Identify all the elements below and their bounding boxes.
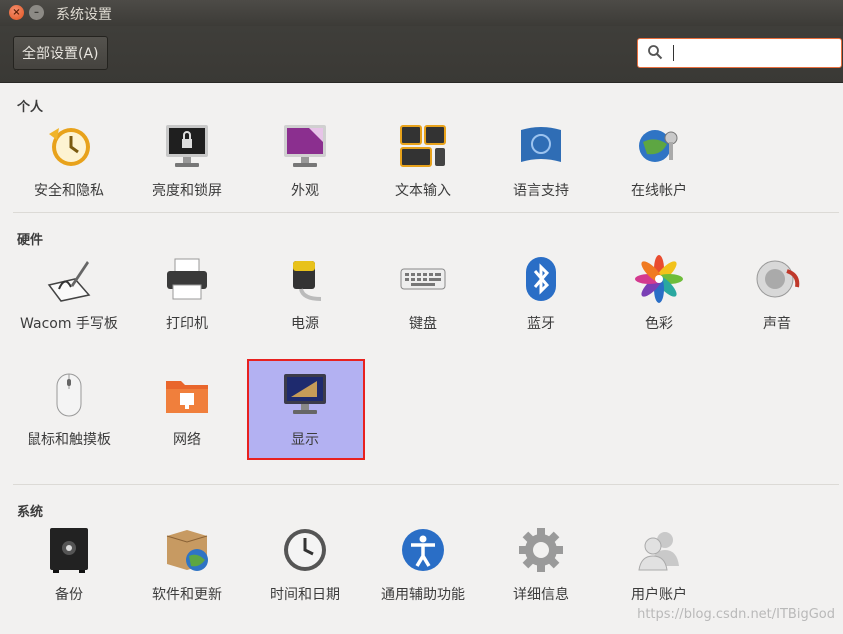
- item-label: 备份: [55, 587, 83, 603]
- all-settings-button[interactable]: 全部设置(A): [13, 36, 108, 70]
- section-title-hardware: 硬件: [17, 233, 44, 248]
- item-label: 文本输入: [395, 183, 451, 199]
- settings-item-brightness-lock[interactable]: 亮度和锁屏: [128, 122, 246, 203]
- settings-item-wacom-tablet[interactable]: Wacom 手写板: [10, 255, 128, 336]
- settings-item-backups[interactable]: 备份: [10, 526, 128, 607]
- item-label: 蓝牙: [527, 316, 555, 332]
- display-monitor-icon: [284, 374, 326, 414]
- settings-item-software-updates[interactable]: 软件和更新: [128, 526, 246, 607]
- item-label: 语言支持: [513, 183, 569, 199]
- settings-item-bluetooth[interactable]: 蓝牙: [482, 255, 600, 336]
- settings-item-mouse-touchpad[interactable]: 鼠标和触摸板: [10, 371, 128, 452]
- accessibility-icon: [402, 529, 444, 571]
- settings-item-user-accounts[interactable]: 用户账户: [600, 526, 718, 607]
- mouse-icon: [56, 373, 82, 417]
- settings-item-network[interactable]: 网络: [128, 371, 246, 452]
- settings-item-language-support[interactable]: 语言支持: [482, 122, 600, 203]
- monitor-lock-icon: [166, 125, 208, 167]
- section-divider: [13, 484, 839, 485]
- search-icon: [648, 45, 663, 60]
- item-label: 亮度和锁屏: [152, 183, 222, 199]
- keyboard-icon: [400, 268, 446, 290]
- item-label: 外观: [291, 183, 319, 199]
- section-title-system: 系统: [17, 505, 44, 520]
- safe-backup-icon: [50, 528, 88, 573]
- item-label: 打印机: [166, 316, 208, 332]
- settings-item-universal-access[interactable]: 通用辅助功能: [364, 526, 482, 607]
- software-box-icon: [166, 530, 208, 571]
- item-label: 鼠标和触摸板: [27, 432, 111, 448]
- watermark: https://blog.csdn.net/ITBigGod: [637, 607, 835, 622]
- settings-item-keyboard[interactable]: 键盘: [364, 255, 482, 336]
- title-bar: × – 系统设置: [0, 0, 843, 26]
- language-flag-icon: [521, 127, 561, 162]
- appearance-monitor-icon: [284, 125, 326, 167]
- item-label: 键盘: [409, 316, 437, 332]
- item-label: 用户账户: [631, 587, 687, 603]
- wacom-tablet-icon: [47, 261, 91, 302]
- section-title-personal: 个人: [17, 100, 44, 115]
- item-label: 声音: [763, 316, 791, 332]
- settings-item-color[interactable]: 色彩: [600, 255, 718, 336]
- item-label: 通用辅助功能: [381, 587, 465, 603]
- item-label: 安全和隐私: [34, 183, 104, 199]
- item-label: 详细信息: [513, 587, 569, 603]
- online-accounts-icon: [639, 130, 678, 162]
- item-label: Wacom 手写板: [20, 316, 118, 332]
- color-flower-icon: [635, 255, 683, 303]
- item-label: 在线帐户: [631, 183, 687, 199]
- item-label: 软件和更新: [152, 587, 222, 603]
- settings-item-details[interactable]: 详细信息: [482, 526, 600, 607]
- item-label: 电源: [291, 316, 319, 332]
- gear-icon: [519, 528, 563, 572]
- settings-item-text-entry[interactable]: 文本输入: [364, 122, 482, 203]
- users-icon: [638, 532, 679, 571]
- settings-item-sound[interactable]: 声音: [718, 255, 836, 336]
- search-box[interactable]: [637, 38, 842, 68]
- settings-item-security-privacy[interactable]: 安全和隐私: [10, 122, 128, 203]
- settings-item-online-accounts[interactable]: 在线帐户: [600, 122, 718, 203]
- settings-item-time-date[interactable]: 时间和日期: [246, 526, 364, 607]
- text-cursor: [673, 45, 674, 61]
- settings-item-displays[interactable]: 显示: [246, 371, 364, 452]
- close-window-button[interactable]: ×: [9, 5, 24, 20]
- minimize-window-button[interactable]: –: [29, 5, 44, 20]
- printer-icon: [167, 258, 207, 300]
- section-divider: [13, 212, 839, 213]
- network-folder-icon: [166, 381, 208, 413]
- keyboard-keys-icon: [400, 125, 446, 167]
- item-label: 显示: [291, 432, 319, 448]
- item-label: 网络: [173, 432, 201, 448]
- item-label: 时间和日期: [270, 587, 340, 603]
- clock-security-icon: [49, 128, 90, 166]
- search-input[interactable]: [676, 43, 830, 60]
- settings-item-power[interactable]: 电源: [246, 255, 364, 336]
- toolbar: 全部设置(A): [0, 26, 843, 83]
- speaker-icon: [756, 260, 800, 298]
- battery-power-icon: [293, 261, 322, 301]
- clock-icon: [284, 529, 326, 571]
- item-label: 色彩: [645, 316, 673, 332]
- bluetooth-icon: [526, 257, 556, 301]
- settings-item-printers[interactable]: 打印机: [128, 255, 246, 336]
- window-title: 系统设置: [56, 7, 112, 23]
- settings-item-appearance[interactable]: 外观: [246, 122, 364, 203]
